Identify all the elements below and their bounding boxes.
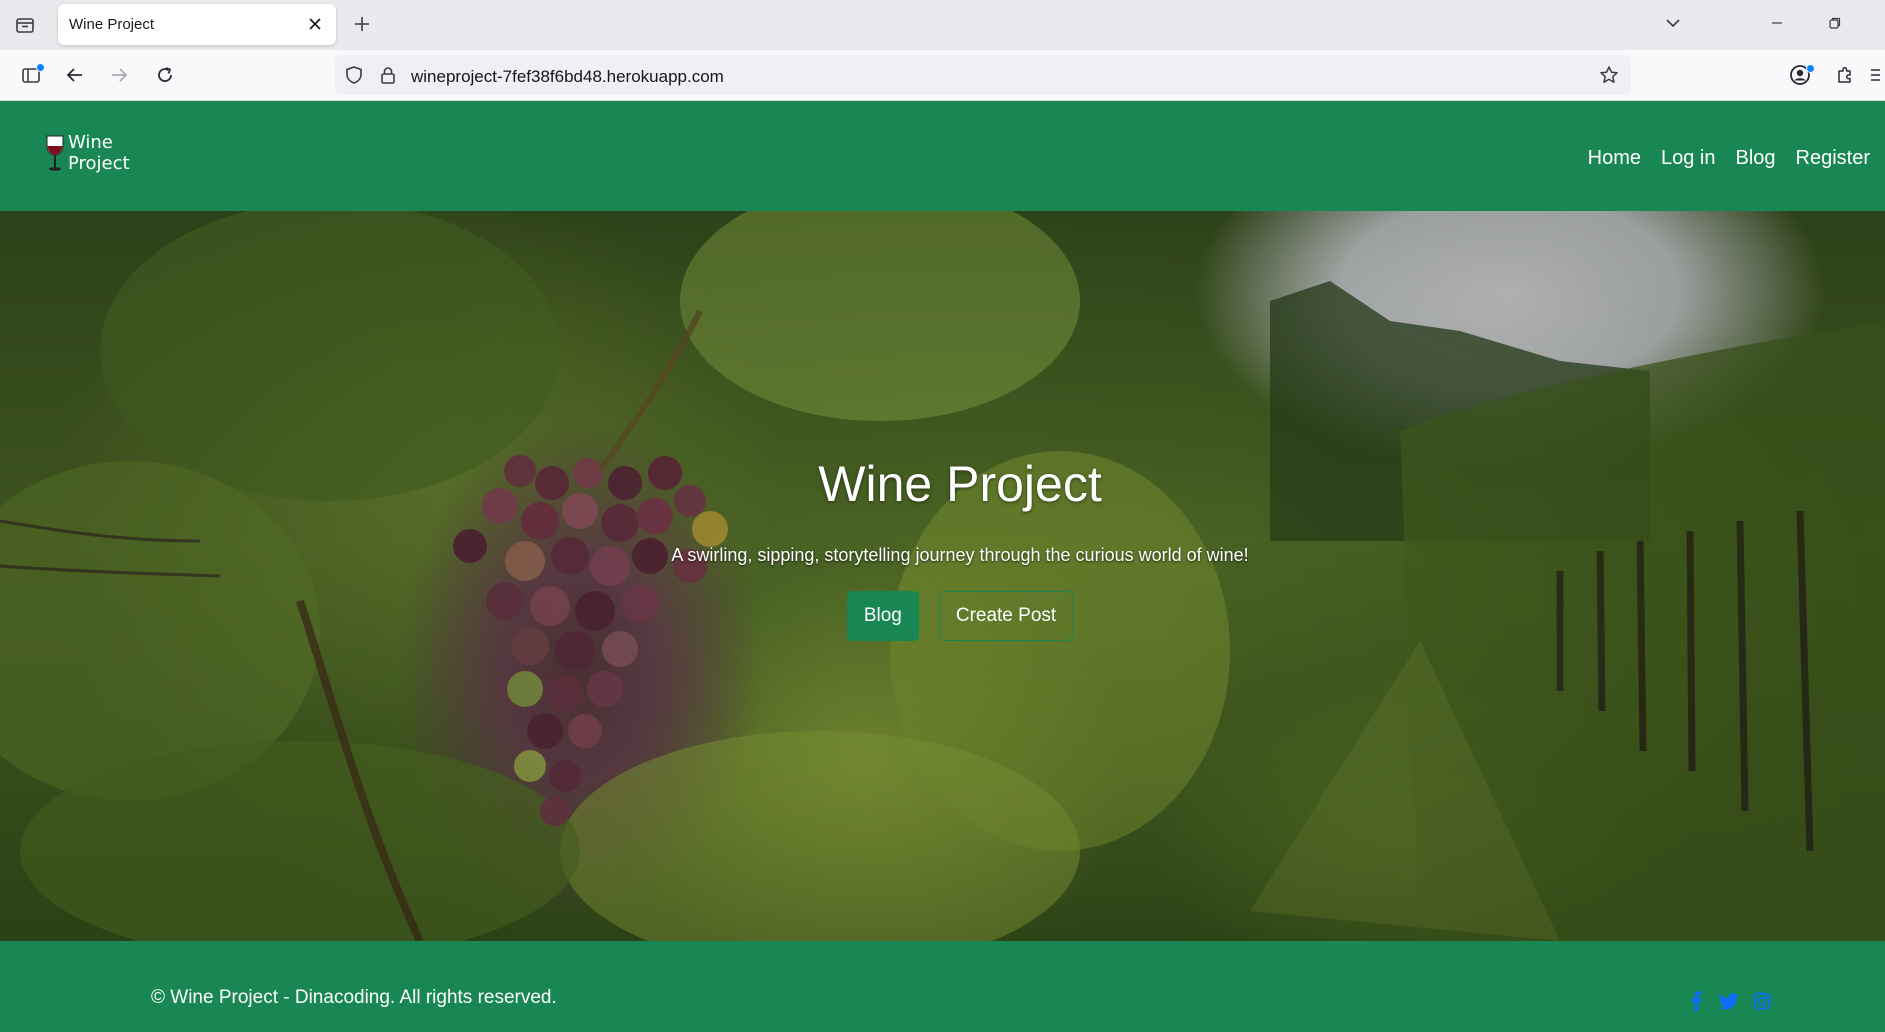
site-logo[interactable]: Wine Project — [44, 131, 134, 181]
address-bar[interactable]: wineproject-7fef38f6bd48.herokuapp.com — [335, 55, 1631, 95]
facebook-icon — [1691, 991, 1702, 1011]
hero-section: Wine Project A swirling, sipping, storyt… — [0, 211, 1885, 941]
sidebar-button[interactable] — [16, 60, 46, 90]
nav-register[interactable]: Register — [1796, 147, 1870, 170]
site-footer: © Wine Project - Dinacoding. All rights … — [0, 941, 1885, 1032]
account-notification-dot — [1806, 64, 1815, 73]
logo-text-line2: Project — [68, 153, 130, 174]
arrow-right-icon — [112, 68, 128, 82]
twitter-icon — [1719, 992, 1739, 1009]
shield-icon — [346, 66, 362, 84]
restore-button[interactable] — [1818, 8, 1852, 38]
menu-icon — [1871, 69, 1880, 81]
notification-dot — [36, 63, 45, 72]
tab-close-button[interactable] — [304, 13, 326, 35]
minimize-icon — [1772, 22, 1782, 24]
instagram-icon — [1753, 992, 1771, 1010]
logo-text-line1: Wine — [68, 132, 113, 153]
twitter-link[interactable] — [1719, 991, 1739, 1011]
facebook-link[interactable] — [1686, 991, 1706, 1011]
nav-blog[interactable]: Blog — [1735, 147, 1775, 170]
forward-button[interactable] — [104, 60, 134, 90]
arrow-left-icon — [66, 68, 82, 82]
extensions-button[interactable] — [1830, 60, 1860, 90]
tab-list-icon — [16, 18, 34, 33]
account-button[interactable] — [1785, 60, 1815, 90]
site-info-button[interactable] — [377, 64, 399, 86]
minimize-button[interactable] — [1760, 8, 1794, 38]
browser-toolbar: wineproject-7fef38f6bd48.herokuapp.com — [0, 50, 1885, 101]
nav-home[interactable]: Home — [1588, 147, 1641, 170]
nav-log-in[interactable]: Log in — [1661, 147, 1716, 170]
instagram-link[interactable] — [1752, 991, 1772, 1011]
bookmark-button[interactable] — [1598, 64, 1620, 86]
tab-title: Wine Project — [69, 16, 155, 33]
browser-tab[interactable]: Wine Project — [58, 4, 336, 45]
hero-blog-button[interactable]: Blog — [846, 591, 919, 641]
site-header: Wine Project Home Log in Blog Register — [0, 101, 1885, 211]
new-tab-button[interactable] — [347, 9, 377, 39]
social-links — [1686, 991, 1772, 1011]
hero-subtitle: A swirling, sipping, storytelling journe… — [671, 545, 1249, 565]
url-text[interactable]: wineproject-7fef38f6bd48.herokuapp.com — [411, 67, 724, 87]
tab-overflow-button[interactable] — [1656, 8, 1690, 38]
wine-glass-icon — [46, 135, 64, 171]
logo-text: Wine Project — [68, 132, 130, 174]
reload-icon — [158, 67, 172, 82]
hero-create-post-button[interactable]: Create Post — [938, 591, 1074, 641]
puzzle-icon — [1838, 66, 1851, 83]
back-button[interactable] — [60, 60, 90, 90]
main-nav: Home Log in Blog Register — [1588, 147, 1870, 170]
reload-button[interactable] — [150, 60, 180, 90]
close-icon — [309, 18, 321, 30]
browser-tab-strip: Wine Project — [0, 0, 1885, 50]
star-icon — [1600, 66, 1618, 83]
hero-overlay — [0, 211, 1885, 941]
footer-copyright: © Wine Project - Dinacoding. All rights … — [151, 987, 557, 1008]
tracking-protection-button[interactable] — [343, 64, 365, 86]
lock-icon — [381, 67, 395, 84]
restore-icon — [1829, 17, 1841, 29]
hero-title: Wine Project — [818, 456, 1102, 512]
menu-button[interactable] — [1866, 60, 1882, 90]
plus-icon — [355, 17, 369, 31]
hero-buttons: Blog Create Post — [0, 591, 1885, 641]
chevron-down-icon — [1666, 19, 1680, 28]
tab-list-button[interactable] — [10, 10, 40, 40]
